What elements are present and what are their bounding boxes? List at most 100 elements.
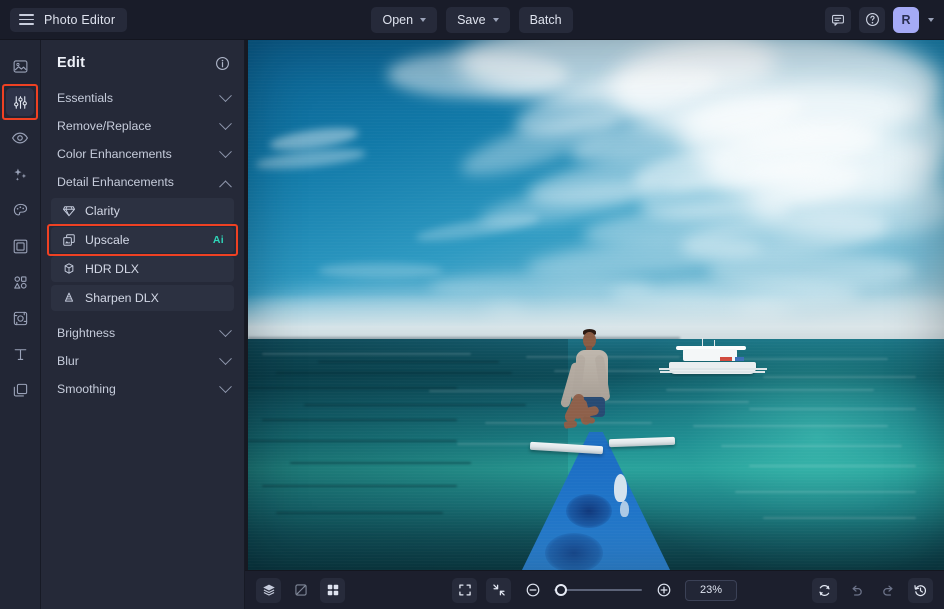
question-circle-icon — [865, 13, 879, 26]
rail-item-retouch[interactable] — [6, 124, 34, 152]
history-button[interactable] — [908, 577, 933, 603]
rail-item-effects[interactable] — [6, 160, 34, 188]
bottom-right-tools — [812, 577, 933, 603]
frame-icon — [13, 239, 27, 253]
main-body: Edit Essentials Remove/Replace Color Enh… — [0, 40, 944, 609]
avatar-initial: R — [901, 12, 911, 27]
person-on-boat — [559, 328, 676, 477]
chevron-down-icon — [219, 379, 232, 393]
undo-button[interactable] — [844, 578, 869, 603]
chevron-down-icon[interactable] — [928, 17, 934, 22]
panel-header: Edit — [41, 42, 244, 84]
cone-icon — [64, 292, 74, 302]
edited-photo — [248, 40, 944, 570]
chevron-down-icon — [219, 116, 232, 130]
avatar[interactable]: R — [893, 6, 919, 33]
batch-button[interactable]: Batch — [518, 6, 573, 33]
text-icon — [14, 348, 26, 360]
tool-rail — [0, 40, 41, 609]
panel-tail-groups: Brightness Blur Smoothing — [41, 319, 244, 403]
chevron-down-icon — [492, 17, 499, 22]
zoom-slider-handle[interactable] — [555, 584, 568, 596]
rail-item-transform[interactable] — [6, 304, 34, 332]
zoom-level-input[interactable]: 23% — [685, 579, 737, 601]
undo-icon — [852, 585, 862, 596]
detail-item-label: Sharpen DLX — [85, 291, 159, 305]
eye-icon — [11, 132, 29, 144]
top-toolbar: Photo Editor Open Save Batch R — [0, 0, 944, 40]
group-brightness[interactable]: Brightness — [41, 319, 244, 347]
ai-badge: Ai — [212, 234, 224, 246]
grid-view-button[interactable] — [320, 577, 345, 603]
layers-icon — [262, 584, 275, 596]
rail-item-text[interactable] — [6, 340, 34, 368]
layers-copy-icon — [13, 383, 27, 396]
rail-item-edit[interactable] — [2, 84, 38, 120]
feedback-button[interactable] — [825, 6, 851, 33]
collapse-view-button[interactable] — [486, 577, 511, 603]
redo-button[interactable] — [876, 578, 901, 603]
group-label: Remove/Replace — [57, 119, 152, 133]
compare-button[interactable] — [288, 578, 313, 603]
top-actions: Open Save Batch — [0, 6, 944, 33]
rail-item-photos[interactable] — [6, 52, 34, 80]
reset-icon — [819, 584, 830, 596]
bottom-toolbar: 23% — [245, 570, 944, 609]
zoom-out-button[interactable] — [520, 578, 545, 603]
group-detail-enhancements[interactable]: Detail Enhancements — [41, 168, 244, 196]
canvas-area: 23% — [245, 40, 944, 609]
open-button[interactable]: Open — [371, 6, 438, 33]
group-label: Smoothing — [57, 382, 116, 396]
rail-item-color[interactable] — [6, 196, 34, 224]
image-canvas[interactable] — [245, 40, 944, 570]
zoom-actual-icon — [492, 584, 505, 596]
background-boat — [658, 338, 767, 375]
detail-item-clarity[interactable]: Clarity — [51, 198, 234, 224]
group-label: Blur — [57, 354, 79, 368]
detail-item-label: HDR DLX — [85, 262, 139, 276]
save-button[interactable]: Save — [446, 6, 510, 33]
chevron-down-icon — [420, 17, 427, 22]
chevron-down-icon — [219, 144, 232, 158]
chevron-up-icon — [219, 179, 232, 193]
fit-to-screen-button[interactable] — [452, 577, 477, 603]
chat-bubble-icon — [832, 14, 844, 26]
reset-button[interactable] — [812, 577, 837, 603]
sliders-icon — [13, 95, 27, 109]
info-circle-icon[interactable] — [215, 56, 230, 71]
group-blur[interactable]: Blur — [41, 347, 244, 375]
compare-icon — [294, 584, 307, 596]
panel-title: Edit — [57, 55, 86, 71]
app-menu-button[interactable]: Photo Editor — [10, 7, 128, 32]
palette-icon — [13, 203, 27, 215]
group-essentials[interactable]: Essentials — [41, 84, 244, 112]
rail-item-frames[interactable] — [6, 232, 34, 260]
rail-item-layers[interactable] — [6, 376, 34, 404]
sparkles-icon — [13, 168, 26, 181]
group-label: Brightness — [57, 326, 116, 340]
group-label: Color Enhancements — [57, 147, 172, 161]
detail-item-sharpen-dlx[interactable]: Sharpen DLX — [51, 285, 234, 311]
group-color-enhancements[interactable]: Color Enhancements — [41, 140, 244, 168]
layers-toggle-button[interactable] — [256, 577, 281, 603]
bottom-left-tools — [256, 577, 345, 603]
image-expand-icon — [63, 234, 75, 246]
chevron-down-icon — [219, 323, 232, 337]
grid-icon — [327, 584, 338, 596]
zoom-in-button[interactable] — [651, 578, 676, 603]
detail-item-hdr-dlx[interactable]: HDR DLX — [51, 256, 234, 282]
detail-enhancements-list: Clarity Upscale Ai HDR DLX Sharpen DLX — [41, 198, 244, 311]
diamond-icon — [62, 206, 76, 217]
rail-item-shapes[interactable] — [6, 268, 34, 296]
chevron-down-icon — [219, 351, 232, 365]
photo-sea-deep — [248, 339, 569, 570]
group-remove-replace[interactable]: Remove/Replace — [41, 112, 244, 140]
help-button[interactable] — [859, 6, 885, 33]
detail-item-upscale[interactable]: Upscale Ai — [47, 224, 238, 256]
detail-item-label: Upscale — [85, 233, 130, 247]
group-smoothing[interactable]: Smoothing — [41, 375, 244, 403]
open-label: Open — [382, 12, 414, 27]
chevron-down-icon — [219, 88, 232, 102]
zoom-slider[interactable] — [554, 584, 642, 596]
transform-icon — [13, 311, 27, 325]
